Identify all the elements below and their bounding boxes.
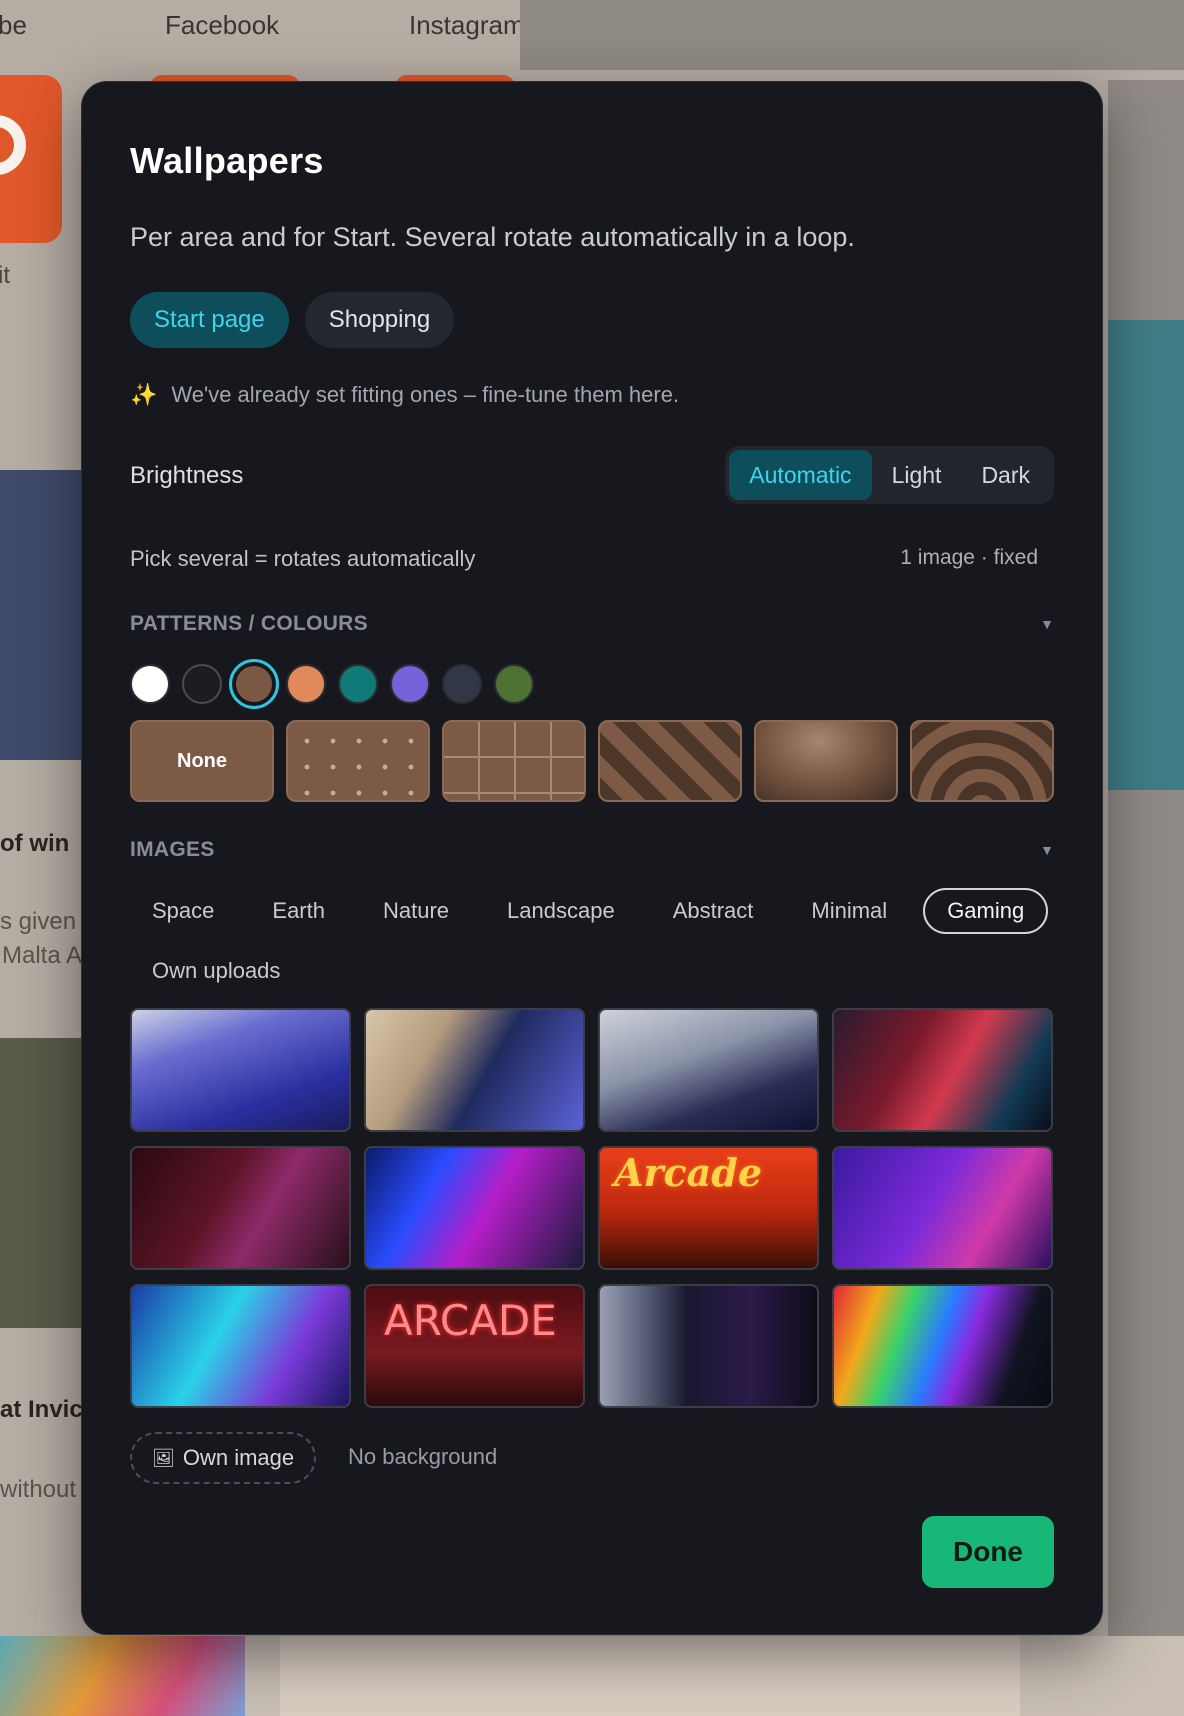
thumbnail-red-room-monitor[interactable] — [130, 1146, 351, 1270]
background-label: s given — [0, 908, 77, 935]
pattern-options: None — [130, 720, 1054, 802]
pattern-none[interactable]: None — [130, 720, 274, 802]
color-swatch-black[interactable] — [182, 664, 222, 704]
done-button[interactable]: Done — [922, 1516, 1054, 1588]
brightness-label: Brightness — [130, 462, 244, 489]
thumbnail-monitor-pc-dark[interactable] — [598, 1008, 819, 1132]
pick-info-row: Pick several = rotates automatically 1 i… — [130, 546, 1038, 572]
category-nature[interactable]: Nature — [361, 888, 471, 934]
dialog-title: Wallpapers — [130, 140, 324, 181]
patterns-section-header[interactable]: PATTERNS / COLOURS ▼ — [130, 612, 1054, 636]
background-card-image — [0, 1038, 82, 1328]
images-section-header[interactable]: IMAGES ▼ — [130, 838, 1054, 862]
category-landscape[interactable]: Landscape — [485, 888, 637, 934]
chevron-down-icon[interactable]: ▼ — [1040, 616, 1054, 632]
thumbnail-arcade-cabinet-neon[interactable] — [598, 1284, 819, 1408]
color-swatch-brown[interactable] — [229, 659, 279, 709]
own-image-label: Own image — [182, 1445, 295, 1470]
background-right-column — [1108, 80, 1184, 1640]
background-label: at Invic — [0, 1396, 83, 1423]
hint-text: We've already set fitting ones – fine-tu… — [171, 382, 680, 407]
thumbnail-arcade-neon-sign[interactable]: Arcade — [598, 1146, 819, 1270]
background-tab: be — [0, 10, 27, 40]
brightness-option-light[interactable]: Light — [872, 450, 962, 500]
thumbnail-red-gaming-chairs[interactable] — [832, 1008, 1053, 1132]
brightness-segmented-control: Automatic Light Dark — [725, 446, 1054, 504]
wallpapers-dialog: Wallpapers Per area and for Start. Sever… — [81, 81, 1103, 1635]
area-tabs: Start page Shopping — [130, 292, 455, 348]
pattern-stripes[interactable] — [598, 720, 742, 802]
color-swatch-green[interactable] — [494, 664, 534, 704]
background-label: it — [0, 262, 10, 289]
category-earth[interactable]: Earth — [250, 888, 347, 934]
background-top-images — [520, 0, 1184, 70]
color-swatches — [130, 659, 534, 709]
tab-start-page[interactable]: Start page — [130, 292, 289, 348]
category-minimal[interactable]: Minimal — [789, 888, 909, 934]
pattern-grid[interactable] — [442, 720, 586, 802]
background-card-image — [0, 470, 82, 760]
color-swatch-slate[interactable] — [442, 664, 482, 704]
category-gaming[interactable]: Gaming — [923, 888, 1049, 934]
chevron-down-icon[interactable]: ▼ — [1040, 842, 1054, 858]
patterns-section-title: PATTERNS / COLOURS — [130, 612, 368, 635]
pick-note: Pick several = rotates automatically — [130, 546, 476, 571]
color-swatch-white[interactable] — [130, 664, 170, 704]
background-app-tile — [0, 75, 62, 243]
color-swatch-orange[interactable] — [286, 664, 326, 704]
background-tab: Instagram — [409, 10, 525, 40]
pattern-rings[interactable] — [910, 720, 1054, 802]
thumbnail-arcade-red-neon[interactable]: ARCADE — [364, 1284, 585, 1408]
category-abstract[interactable]: Abstract — [651, 888, 776, 934]
category-space[interactable]: Space — [130, 888, 236, 934]
thumbnail-neon-arcade-hall[interactable] — [364, 1146, 585, 1270]
background-label: Malta A — [2, 942, 83, 969]
brightness-option-automatic[interactable]: Automatic — [729, 450, 872, 500]
image-thumbnail-grid: Arcade ARCADE — [130, 1008, 1054, 1408]
brightness-option-dark[interactable]: Dark — [961, 450, 1050, 500]
own-image-button[interactable]: 🖼 Own image — [130, 1432, 317, 1484]
thumbnail-sign-text: ARCADE — [384, 1296, 557, 1345]
selection-status: 1 image · fixed — [900, 546, 1038, 569]
images-section-title: IMAGES — [130, 838, 215, 861]
thumbnail-purple-gaming-room[interactable] — [832, 1146, 1053, 1270]
color-swatch-teal[interactable] — [338, 664, 378, 704]
background-label: without — [0, 1476, 77, 1503]
sparkles-icon: ✨ — [130, 382, 158, 407]
thumbnail-rgb-monitor-setup[interactable] — [832, 1284, 1053, 1408]
pattern-dots[interactable] — [286, 720, 430, 802]
no-background-button[interactable]: No background — [348, 1444, 497, 1470]
thumbnail-sign-text: Arcade — [614, 1150, 763, 1195]
image-icon: 🖼 — [152, 1447, 175, 1468]
background-bottom-images — [0, 1636, 1184, 1716]
thumbnail-gamer-at-monitor[interactable] — [364, 1008, 585, 1132]
background-tab: Facebook — [165, 10, 280, 40]
category-own-uploads[interactable]: Own uploads — [130, 948, 302, 994]
thumbnail-desk-setup-headset[interactable] — [130, 1008, 351, 1132]
dialog-subtitle: Per area and for Start. Several rotate a… — [130, 222, 855, 252]
hint-row: ✨ We've already set fitting ones – fine-… — [130, 382, 679, 408]
image-categories: Space Earth Nature Landscape Abstract Mi… — [130, 888, 1054, 994]
tab-shopping[interactable]: Shopping — [304, 292, 455, 348]
color-swatch-purple[interactable] — [390, 664, 430, 704]
pattern-gradient[interactable] — [754, 720, 898, 802]
thumbnail-blue-wall-monitor[interactable] — [130, 1284, 351, 1408]
background-label: of win — [0, 830, 70, 857]
